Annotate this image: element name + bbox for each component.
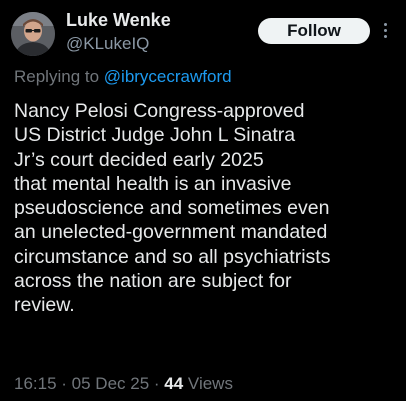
views-label: Views — [187, 374, 233, 393]
meta-separator: · — [56, 374, 72, 393]
tweet-line: circumstance and so all psychiatrists — [14, 245, 331, 268]
more-dot — [384, 23, 387, 26]
tweet-line: an unelected-government mandated — [14, 221, 328, 244]
tweet-line: US District Judge John L Sinatra — [14, 124, 296, 147]
tweet-line: that mental health is an invasive — [14, 172, 292, 195]
avatar[interactable] — [11, 12, 55, 56]
tweet-line: Jr’s court decided early 2025 — [14, 148, 264, 171]
tweet-text: Nancy Pelosi Congress-approved US Distri… — [14, 99, 400, 318]
tweet-date[interactable]: 05 Dec 25 — [72, 374, 150, 393]
more-vertical-icon[interactable] — [381, 21, 391, 41]
replying-to: Replying to @ibrycecrawford — [14, 66, 232, 88]
tweet-meta: 16:15 · 05 Dec 25 · 44 Views — [14, 373, 233, 395]
meta-separator: · — [149, 374, 165, 393]
author-handle[interactable]: @KLukeIQ — [66, 33, 149, 55]
avatar-image — [11, 12, 55, 56]
tweet-line: Nancy Pelosi Congress-approved — [14, 100, 305, 122]
more-dot — [384, 29, 387, 32]
tweet-time-link[interactable]: 16:15 — [14, 374, 57, 393]
tweet-line: across the nation are subject for — [14, 270, 292, 293]
reply-mention-link[interactable]: @ibrycecrawford — [104, 67, 232, 86]
more-dot — [384, 35, 387, 38]
follow-button[interactable]: Follow — [258, 18, 370, 44]
tweet-line: pseudoscience and sometimes even — [14, 197, 330, 220]
tweet-line: review. — [14, 294, 75, 317]
replying-prefix: Replying to — [14, 67, 104, 86]
tweet-card: Luke Wenke @KLukeIQ Follow Replying to @… — [0, 0, 406, 401]
author-name[interactable]: Luke Wenke — [66, 9, 171, 31]
views-count[interactable]: 44 — [164, 374, 183, 393]
